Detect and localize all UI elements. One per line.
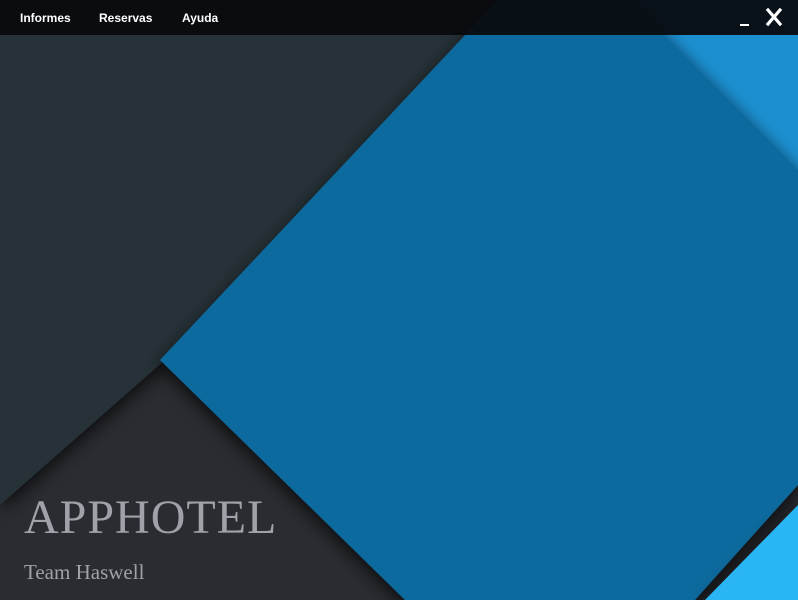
minimize-button[interactable] (738, 8, 752, 28)
app-window: Informes Reservas Ayuda APPHOTEL Team Ha… (0, 0, 798, 600)
close-icon (765, 7, 783, 27)
menu-bar: Informes Reservas Ayuda (0, 0, 798, 35)
menu-item-reservas[interactable]: Reservas (99, 11, 152, 25)
app-title: APPHOTEL (24, 491, 278, 544)
minimize-icon (740, 24, 749, 26)
menu-item-ayuda[interactable]: Ayuda (182, 11, 218, 25)
app-subtitle: Team Haswell (24, 560, 145, 584)
close-button[interactable] (764, 5, 784, 29)
menu-item-informes[interactable]: Informes (20, 11, 71, 25)
